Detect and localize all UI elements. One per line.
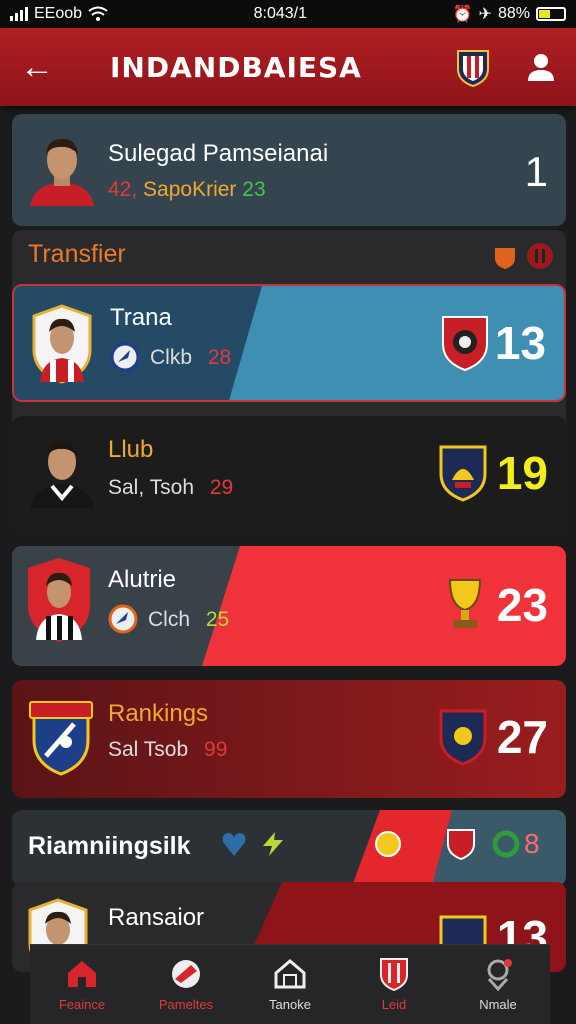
player-avatar <box>28 558 90 642</box>
bottom-nav: Feaince Pameltes Tanoke Leid Nmale <box>30 944 550 1024</box>
player-card[interactable]: Alutrie Clch 25 23 <box>12 546 566 666</box>
location-icon <box>487 959 512 991</box>
club-crest-icon <box>439 445 487 502</box>
section-title-rankings: Riamniingsilk <box>28 832 191 860</box>
player-card[interactable]: Llub Sal, Tsoh 29 19 <box>12 416 566 534</box>
nav-item-matches[interactable]: Pameltes <box>138 957 234 1012</box>
wifi-icon <box>88 6 108 21</box>
club-crest-icon[interactable] <box>456 47 490 87</box>
player-name: Trana <box>110 304 172 331</box>
club-crest-icon <box>29 701 93 776</box>
club-crest-icon <box>439 709 487 766</box>
player-name: Ransaior <box>108 904 205 931</box>
battery-percent: 88% <box>497 5 530 22</box>
player-value: 29 <box>209 476 234 499</box>
nav-item-home[interactable]: Feaince <box>34 957 130 1012</box>
airplane-icon: ✈ <box>478 6 492 23</box>
player-value: 99 <box>204 738 228 761</box>
orange-badge-icon[interactable] <box>492 244 518 270</box>
nav-item-league[interactable]: Leid <box>346 957 442 1012</box>
club-name: Sal, Tsoh <box>108 476 194 499</box>
player-name: Rankings <box>108 700 209 727</box>
player-rank: 13 <box>494 317 546 369</box>
player-avatar <box>30 138 94 206</box>
club-icon <box>108 604 138 634</box>
green-swap-icon[interactable] <box>492 830 520 858</box>
club-name: Clch <box>148 608 191 631</box>
app-header: ← INDANDBAIESA <box>0 28 576 106</box>
battery-icon <box>535 7 566 21</box>
player-card[interactable]: Trana Clkb 28 13 <box>12 284 566 402</box>
player-stats: 42, SapoKrier 23 <box>108 178 266 201</box>
trophy-icon <box>448 579 482 628</box>
whistle-icon <box>172 960 200 988</box>
featured-player-card[interactable]: Sulegad Pamseianai 42, SapoKrier 23 1 <box>12 114 566 226</box>
status-bar: EEoob 8:043/1 ⏰ ✈ 88% <box>0 0 576 28</box>
player-rank: 19 <box>496 447 548 499</box>
shield-icon <box>380 958 408 991</box>
rankings-count: 8 <box>524 828 540 859</box>
player-value: 28 <box>207 346 232 369</box>
player-club-line: Sal, Tsoh 29 <box>108 476 233 500</box>
player-rank: 23 <box>496 579 548 631</box>
home-icon <box>68 961 96 987</box>
player-value: 25 <box>205 608 230 631</box>
player-name: Alutrie <box>108 566 177 593</box>
player-name: Llub <box>108 436 154 463</box>
club-name: Clkb <box>150 346 193 369</box>
page-title: INDANDBAIESA <box>110 50 362 84</box>
club-name: Sal Tsob <box>108 738 189 761</box>
player-card[interactable]: Rankings Sal Tsob 99 27 <box>12 680 566 798</box>
carrier-label: EEoob <box>34 5 83 22</box>
player-club-line: Clkb 28 <box>150 346 231 370</box>
red-badge-icon[interactable] <box>526 242 554 270</box>
club-icon <box>110 342 140 372</box>
player-club-line: Sal Tsob 99 <box>108 738 227 762</box>
stadium-icon <box>274 959 306 989</box>
red-crest-icon[interactable] <box>446 828 476 860</box>
gold-medal-icon[interactable] <box>374 830 402 858</box>
player-name: Sulegad Pamseianai <box>108 140 329 167</box>
player-rank: 1 <box>524 148 548 195</box>
signal-icon <box>10 7 28 21</box>
blue-heart-icon[interactable] <box>220 830 248 858</box>
green-bolt-icon[interactable] <box>260 830 286 858</box>
player-club-line: Clch 25 <box>148 608 229 632</box>
section-title-transfer: Transfier <box>28 240 126 268</box>
alarm-icon: ⏰ <box>452 6 473 23</box>
nav-item-stadium[interactable]: Tanoke <box>242 957 338 1012</box>
nav-item-profile[interactable]: Nmale <box>450 957 546 1012</box>
player-avatar <box>32 304 92 384</box>
player-avatar <box>30 440 94 508</box>
club-crest-icon <box>442 316 488 372</box>
clock: 8:043/1 <box>253 5 308 22</box>
profile-icon[interactable] <box>526 52 556 82</box>
back-arrow-icon[interactable]: ← <box>20 48 60 87</box>
player-rank: 27 <box>496 711 548 763</box>
